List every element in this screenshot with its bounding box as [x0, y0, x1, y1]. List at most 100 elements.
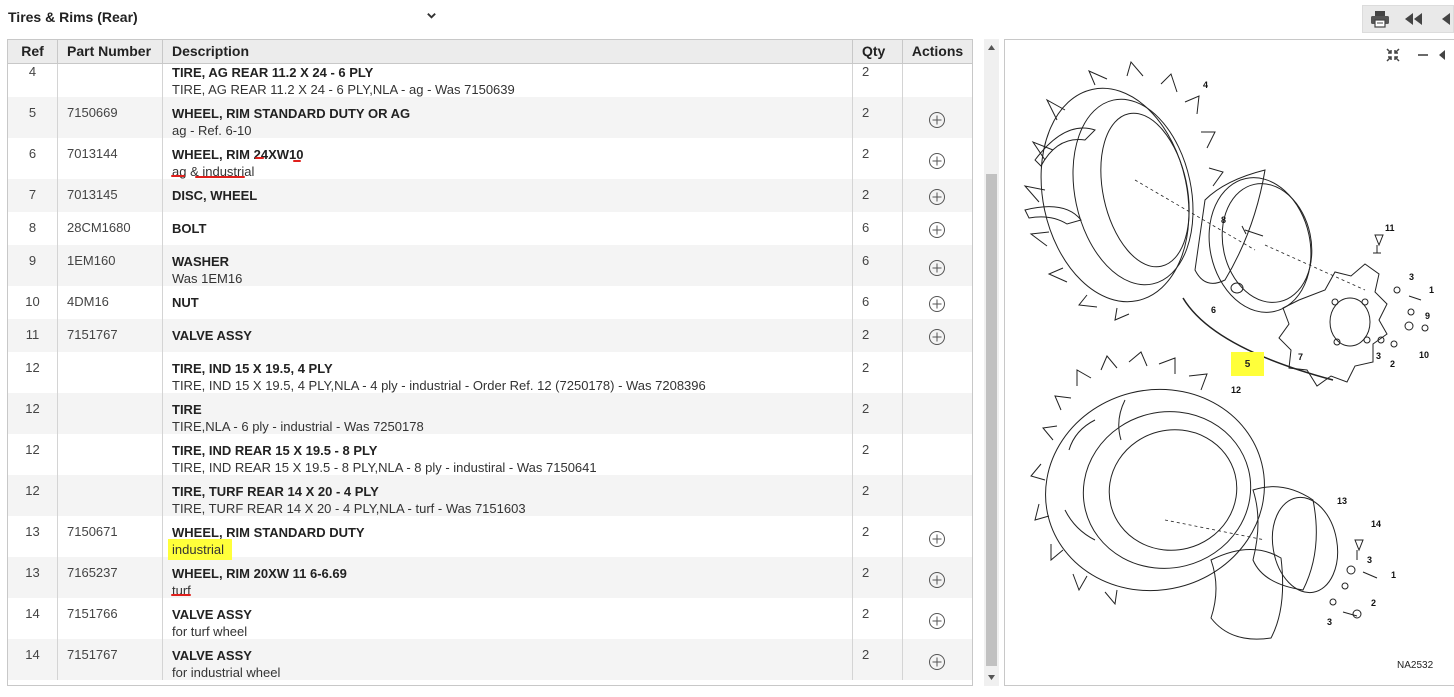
- row-qty: 2: [853, 64, 903, 97]
- section-select[interactable]: Tires & Rims (Rear): [8, 6, 443, 28]
- description-detail: for turf wheel: [172, 623, 852, 640]
- parts-table: Ref Part Number Description Qty Actions …: [7, 39, 973, 686]
- add-to-cart-plus-icon[interactable]: [928, 612, 946, 630]
- description-title: VALVE ASSY: [172, 648, 252, 663]
- table-scrollbar[interactable]: [984, 39, 999, 686]
- callout-7[interactable]: 7: [1298, 352, 1303, 362]
- callout-4[interactable]: 4: [1203, 80, 1208, 90]
- callout-9[interactable]: 9: [1425, 311, 1430, 321]
- callout-5-highlighted[interactable]: 5: [1231, 352, 1264, 376]
- table-row[interactable]: 13 7150671 WHEEL, RIM STANDARD DUTY industr…: [8, 516, 972, 560]
- add-to-cart-plus-icon[interactable]: [928, 653, 946, 671]
- callout-3c[interactable]: 3: [1367, 555, 1372, 565]
- row-actions: [903, 245, 972, 286]
- add-to-cart-plus-icon[interactable]: [928, 571, 946, 589]
- callout-1b[interactable]: 1: [1391, 570, 1396, 580]
- add-to-cart-plus-icon[interactable]: [928, 295, 946, 313]
- callout-3[interactable]: 3: [1409, 272, 1414, 282]
- description-detail-text: TIRE, IND REAR 15 X 19.5 - 8 PLY,NLA - 8…: [172, 460, 597, 475]
- row-part-number: 7151766: [58, 598, 163, 639]
- row-actions: [903, 64, 972, 97]
- row-ref: 11: [8, 319, 58, 352]
- callout-3b[interactable]: 3: [1376, 351, 1381, 361]
- table-row[interactable]: 6 7013144 WHEEL, RIM 24XW10 ag & industrial…: [8, 138, 972, 179]
- callout-6[interactable]: 6: [1211, 305, 1216, 315]
- scroll-up-arrow-icon[interactable]: [984, 39, 999, 56]
- callout-2b[interactable]: 2: [1371, 598, 1376, 608]
- table-row[interactable]: 12 TIRE, IND 15 X 19.5, 4 PLY TIRE, IND 15…: [8, 352, 972, 393]
- previous-button[interactable]: [1431, 6, 1451, 32]
- table-row[interactable]: 4 TIRE, AG REAR 11.2 X 24 - 6 PLY TIRE, AG…: [8, 64, 972, 97]
- table-row[interactable]: 9 1EM160 WASHER Was 1EM16 6: [8, 245, 972, 286]
- description-detail: TIRE, IND REAR 15 X 19.5 - 8 PLY,NLA - 8…: [172, 459, 852, 476]
- row-qty: 2: [853, 598, 903, 639]
- scrollbar-thumb[interactable]: [986, 174, 997, 666]
- table-row[interactable]: 10 4DM16 NUT 6: [8, 286, 972, 319]
- callout-3d[interactable]: 3: [1327, 617, 1332, 627]
- callout-13[interactable]: 13: [1337, 496, 1347, 506]
- row-part-number: [58, 434, 163, 475]
- table-row[interactable]: 12 TIRE, IND REAR 15 X 19.5 - 8 PLY TIRE, …: [8, 434, 972, 475]
- header-actions: Actions: [911, 43, 964, 59]
- callout-12[interactable]: 12: [1231, 385, 1241, 395]
- callout-10[interactable]: 10: [1419, 350, 1429, 360]
- row-qty: 2: [853, 516, 903, 557]
- row-qty: 2: [853, 179, 903, 212]
- row-ref: 7: [8, 179, 58, 212]
- scroll-down-arrow-icon[interactable]: [984, 669, 999, 686]
- table-row[interactable]: 11 7151767 VALVE ASSY 2: [8, 319, 972, 352]
- row-description: TIRE, AG REAR 11.2 X 24 - 6 PLY TIRE, AG …: [163, 64, 853, 97]
- table-row[interactable]: 14 7151766 VALVE ASSY for turf wheel 2: [8, 598, 972, 639]
- callout-8[interactable]: 8: [1221, 215, 1226, 225]
- add-to-cart-plus-icon[interactable]: [928, 221, 946, 239]
- red-pen-underline: [293, 160, 301, 162]
- row-qty: 2: [853, 639, 903, 680]
- callout-14[interactable]: 14: [1371, 519, 1381, 529]
- row-ref: 8: [8, 212, 58, 245]
- header-ref[interactable]: Ref: [8, 40, 58, 63]
- table-body[interactable]: 4 TIRE, AG REAR 11.2 X 24 - 6 PLY TIRE, AG…: [8, 64, 972, 685]
- top-bar: Tires & Rims (Rear): [0, 0, 1454, 36]
- table-row[interactable]: 8 28CM1680 BOLT 6: [8, 212, 972, 245]
- table-row[interactable]: 13 7165237 WHEEL, RIM 20XW 11 6-6.69 turf 2: [8, 557, 972, 598]
- row-part-number: 7150671: [58, 516, 163, 557]
- parts-diagram: 4 8 11 3 1 6 9 10 7 3 2 5 12 13 14 3 1 2…: [1004, 39, 1454, 686]
- back-button[interactable]: [1397, 6, 1431, 32]
- callout-2[interactable]: 2: [1390, 359, 1395, 369]
- add-to-cart-plus-icon[interactable]: [928, 188, 946, 206]
- table-row[interactable]: 7 7013145 DISC, WHEEL 2: [8, 179, 972, 212]
- description-detail: ag - Ref. 6-10: [172, 122, 852, 139]
- description-title: TIRE, TURF REAR 14 X 20 - 4 PLY: [172, 484, 379, 499]
- red-pen-underline: [171, 175, 185, 177]
- red-pen-underline: [171, 594, 191, 596]
- add-to-cart-plus-icon[interactable]: [928, 328, 946, 346]
- exploded-wheel-drawing: [1023, 60, 1429, 640]
- row-ref: 9: [8, 245, 58, 286]
- add-to-cart-plus-icon[interactable]: [928, 259, 946, 277]
- header-description[interactable]: Description: [163, 40, 853, 63]
- header-part-number[interactable]: Part Number: [58, 40, 163, 63]
- table-row[interactable]: 5 7150669 WHEEL, RIM STANDARD DUTY OR AG ag…: [8, 97, 972, 138]
- row-description: TIRE TIRE,NLA - 6 ply - industrial - Was …: [163, 393, 853, 434]
- description-detail-text: TIRE,NLA - 6 ply - industrial - Was 7250…: [172, 419, 424, 434]
- description-title: TIRE, IND REAR 15 X 19.5 - 8 PLY: [172, 443, 378, 458]
- row-description: VALVE ASSY for turf wheel: [163, 598, 853, 639]
- add-to-cart-plus-icon[interactable]: [928, 111, 946, 129]
- table-row[interactable]: 12 TIRE TIRE,NLA - 6 ply - industrial - Wa…: [8, 393, 972, 434]
- print-button[interactable]: [1363, 6, 1397, 32]
- row-ref: 12: [8, 352, 58, 393]
- row-part-number: 7013144: [58, 138, 163, 179]
- row-qty: 2: [853, 319, 903, 352]
- row-description: TIRE, IND 15 X 19.5, 4 PLY TIRE, IND 15 X…: [163, 352, 853, 393]
- row-ref: 10: [8, 286, 58, 319]
- callout-1[interactable]: 1: [1429, 285, 1434, 295]
- callout-11[interactable]: 11: [1385, 223, 1395, 233]
- description-detail: TIRE,NLA - 6 ply - industrial - Was 7250…: [172, 418, 852, 435]
- header-qty[interactable]: Qty: [853, 40, 903, 63]
- row-actions: [903, 97, 972, 138]
- table-row[interactable]: 14 7151767 VALVE ASSY for industrial wheel 2: [8, 639, 972, 680]
- table-row[interactable]: 12 TIRE, TURF REAR 14 X 20 - 4 PLY TIRE, T…: [8, 475, 972, 516]
- description-detail: TIRE, IND 15 X 19.5, 4 PLY,NLA - 4 ply -…: [172, 377, 852, 394]
- add-to-cart-plus-icon[interactable]: [928, 530, 946, 548]
- add-to-cart-plus-icon[interactable]: [928, 152, 946, 170]
